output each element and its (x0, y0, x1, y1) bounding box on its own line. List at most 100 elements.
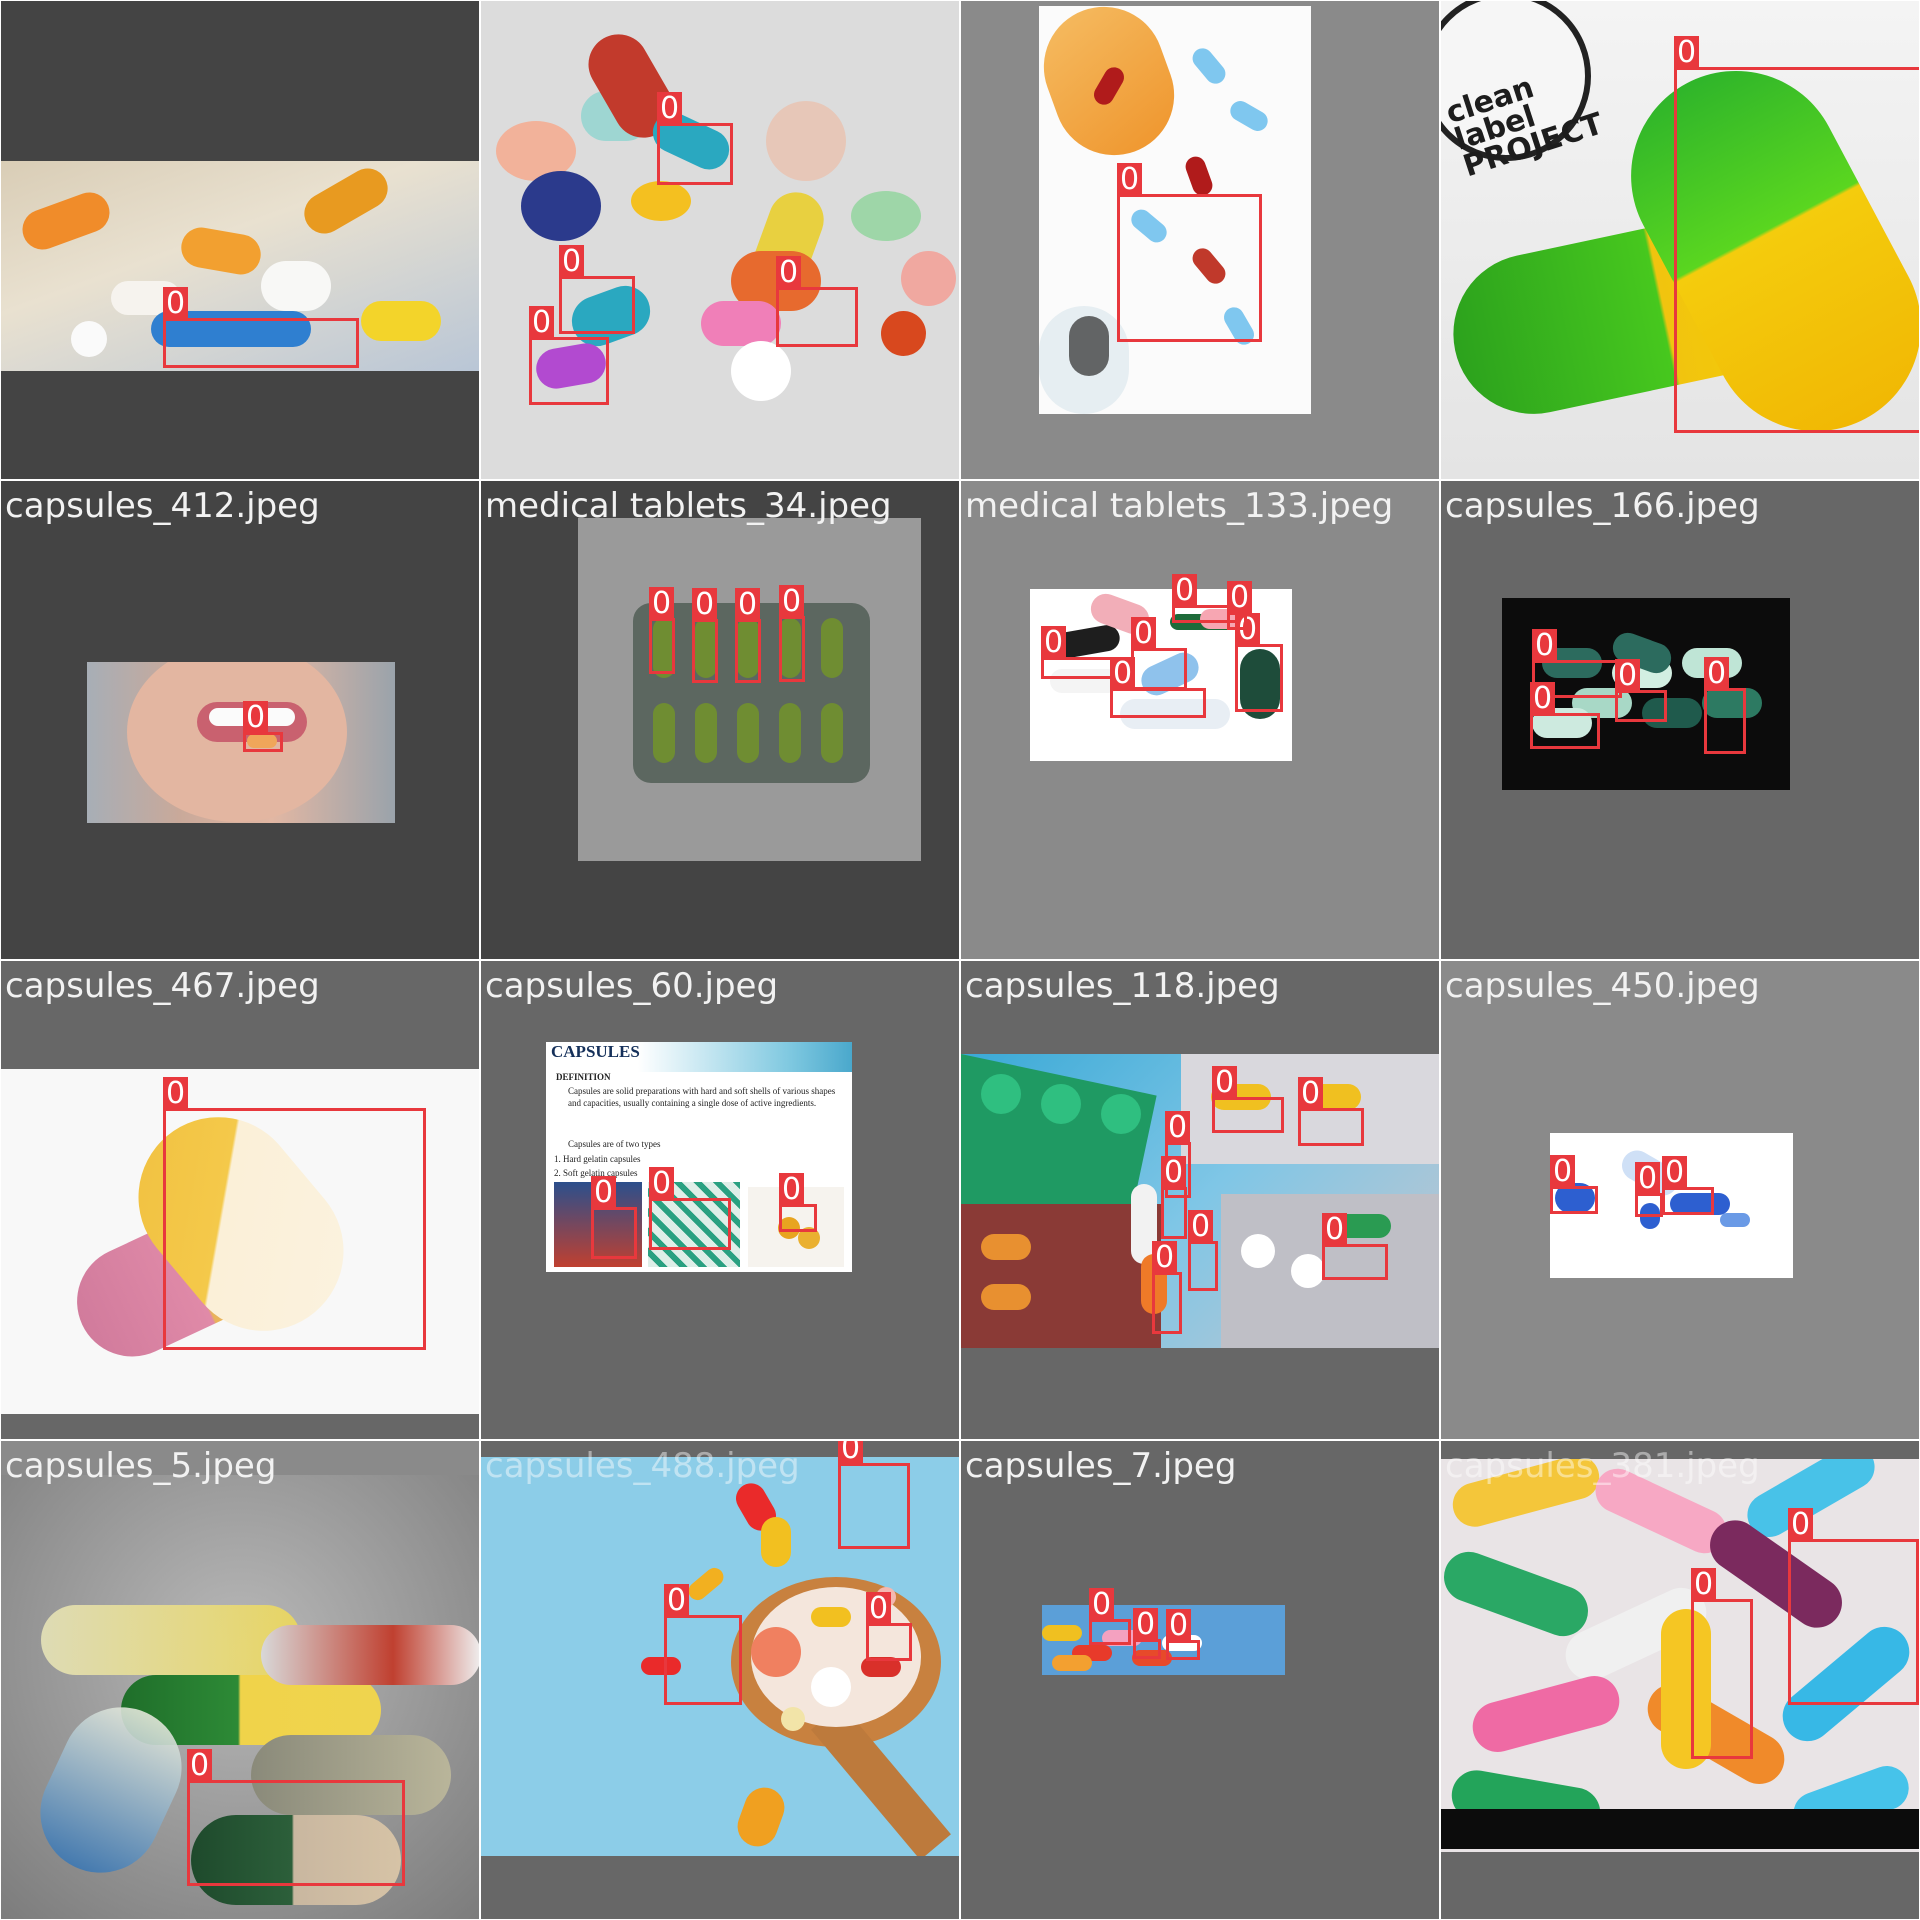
slide-heading: DEFINITION (556, 1072, 611, 1082)
image-filename: capsules_166.jpeg (1445, 486, 1760, 526)
detection-box: 0 (1550, 1155, 1598, 1214)
image-filename: capsules_467.jpeg (5, 966, 320, 1006)
class-label: 0 (1161, 1156, 1187, 1190)
class-label: 0 (1227, 581, 1253, 615)
detection-box: 0 (1615, 659, 1667, 722)
image-tile[interactable]: capsules_488.jpeg 0 0 0 (481, 1441, 959, 1919)
image-filename: capsules_7.jpeg (965, 1446, 1237, 1486)
detection-box: 0 (1110, 657, 1206, 718)
class-label: 0 (1117, 163, 1143, 197)
image-tile[interactable]: 0 (1, 1, 479, 479)
class-label: 0 (1550, 1155, 1576, 1189)
image-tile[interactable]: capsules_166.jpeg 0 0 0 0 (1441, 481, 1919, 959)
image-tile[interactable]: capsules_5.jpeg 0 (1, 1441, 479, 1919)
class-label: 0 (779, 1173, 805, 1207)
class-label: 0 (1662, 1156, 1688, 1190)
image-filename: capsules_488.jpeg (485, 1446, 800, 1486)
detection-box: 0 (664, 1584, 742, 1705)
class-label: 0 (559, 245, 585, 279)
image-filename: medical tablets_34.jpeg (485, 486, 892, 526)
detection-box: 0 (692, 588, 718, 683)
detection-box: 0 (1131, 617, 1187, 690)
blister-photo (961, 1054, 1439, 1348)
blister-photo (578, 518, 921, 861)
class-label: 0 (1788, 1508, 1814, 1542)
image-tile[interactable]: capsules_467.jpeg 0 (1, 961, 479, 1439)
detection-box: 0 (243, 701, 283, 752)
class-label: 0 (243, 701, 269, 735)
detection-box: 0 (1161, 1156, 1187, 1239)
image-tile[interactable]: CAPSULES DEFINITION Capsules are solid p… (481, 961, 959, 1439)
class-label: 0 (838, 1441, 864, 1466)
class-label: 0 (1298, 1077, 1324, 1111)
slide-bullet: Capsules are solid preparations with har… (568, 1086, 836, 1108)
face-photo (87, 662, 395, 823)
detection-box: 0 (591, 1176, 637, 1259)
class-label: 0 (776, 256, 802, 290)
image-tile[interactable]: 0 0 0 0 (481, 1, 959, 479)
class-label: 0 (187, 1749, 213, 1783)
image-filename: capsules_412.jpeg (5, 486, 320, 526)
detection-box: 0 (529, 306, 609, 405)
image-grid: 0 0 0 0 0 0 clean label PROJECT 0 capsul… (0, 0, 1920, 1920)
image-tile[interactable]: capsules_7.jpeg 0 0 0 (961, 1441, 1439, 1919)
class-label: 0 (649, 1167, 675, 1201)
detection-box: 0 (1188, 1210, 1218, 1291)
class-label: 0 (1322, 1213, 1348, 1247)
detection-box: 0 (1133, 1608, 1161, 1659)
class-label: 0 (591, 1176, 617, 1210)
class-label: 0 (1704, 657, 1730, 691)
image-tile[interactable]: capsules_381.jpeg 0 0 (1441, 1441, 1919, 1919)
detection-box: 0 (735, 588, 761, 683)
class-label: 0 (1212, 1066, 1238, 1100)
image-tile[interactable]: 0 (961, 1, 1439, 479)
class-label: 0 (529, 306, 555, 340)
detection-box: 0 (1235, 613, 1283, 712)
image-filename: capsules_60.jpeg (485, 966, 779, 1006)
detection-box: 0 (1674, 36, 1919, 433)
detection-box: 0 (1298, 1077, 1364, 1146)
image-filename: capsules_5.jpeg (5, 1446, 277, 1486)
detection-box: 0 (657, 92, 733, 185)
pills-photo (481, 1, 959, 479)
detection-box: 0 (163, 287, 359, 368)
image-filename: capsules_450.jpeg (1445, 966, 1760, 1006)
detection-box: 0 (1788, 1508, 1919, 1705)
image-filename: capsules_118.jpeg (965, 966, 1280, 1006)
class-label: 0 (692, 588, 718, 622)
image-tile[interactable]: capsules_118.jpeg 0 0 0 0 0 0 0 (961, 961, 1439, 1439)
class-label: 0 (1041, 626, 1067, 660)
detection-box: 0 (1089, 1588, 1131, 1645)
class-label: 0 (1188, 1210, 1214, 1244)
detection-box: 0 (1041, 626, 1115, 679)
class-label: 0 (1165, 1111, 1191, 1145)
detection-box: 0 (1227, 581, 1253, 630)
image-tile[interactable]: clean label PROJECT 0 (1441, 1, 1919, 479)
class-label: 0 (1172, 574, 1198, 608)
class-label: 0 (664, 1584, 690, 1618)
detection-box: 0 (1691, 1568, 1753, 1759)
class-label: 0 (1133, 1608, 1159, 1642)
class-label: 0 (1532, 629, 1558, 663)
detection-box: 0 (1704, 657, 1746, 754)
class-label: 0 (1110, 657, 1136, 691)
detection-box: 0 (1530, 682, 1600, 749)
detection-box: 0 (649, 1167, 731, 1250)
image-tile[interactable]: capsules_412.jpeg 0 (1, 481, 479, 959)
slide-type-1: 1. Hard gelatin capsules (554, 1154, 641, 1164)
image-tile[interactable]: medical tablets_133.jpeg 0 0 0 0 0 0 (961, 481, 1439, 959)
class-label: 0 (1152, 1241, 1178, 1275)
image-tile[interactable]: medical tablets_34.jpeg 0 0 0 0 (481, 481, 959, 959)
image-filename: medical tablets_133.jpeg (965, 486, 1394, 526)
image-filename: capsules_381.jpeg (1445, 1446, 1760, 1486)
slide-title: CAPSULES (551, 1042, 640, 1061)
class-label: 0 (1691, 1568, 1717, 1602)
detection-box: 0 (1212, 1066, 1284, 1133)
class-label: 0 (1674, 36, 1700, 70)
class-label: 0 (657, 92, 683, 126)
detection-box: 0 (187, 1749, 405, 1886)
class-label: 0 (866, 1592, 892, 1626)
detection-box: 0 (1635, 1162, 1663, 1217)
detection-box: 0 (838, 1441, 910, 1549)
image-tile[interactable]: capsules_450.jpeg 0 0 0 (1441, 961, 1919, 1439)
